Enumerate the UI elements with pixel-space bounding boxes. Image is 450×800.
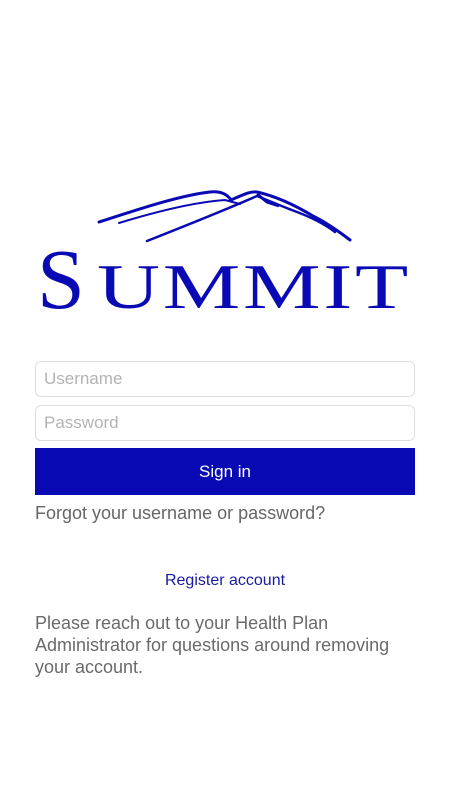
forgot-credentials-link[interactable]: Forgot your username or password? — [35, 503, 325, 524]
sign-in-button[interactable]: Sign in — [35, 448, 415, 495]
register-account-link[interactable]: Register account — [0, 572, 450, 590]
account-removal-note: Please reach out to your Health Plan Adm… — [35, 613, 390, 677]
summit-logo: S UMMIT — [35, 186, 415, 316]
mountain-logo-icon: S UMMIT — [37, 190, 411, 316]
logo-initial: S — [37, 231, 85, 316]
login-screen: S UMMIT Sign in Forgot your username or … — [0, 0, 450, 800]
logo-rest: UMMIT — [97, 251, 411, 316]
password-input[interactable] — [35, 405, 415, 441]
username-input[interactable] — [35, 361, 415, 397]
